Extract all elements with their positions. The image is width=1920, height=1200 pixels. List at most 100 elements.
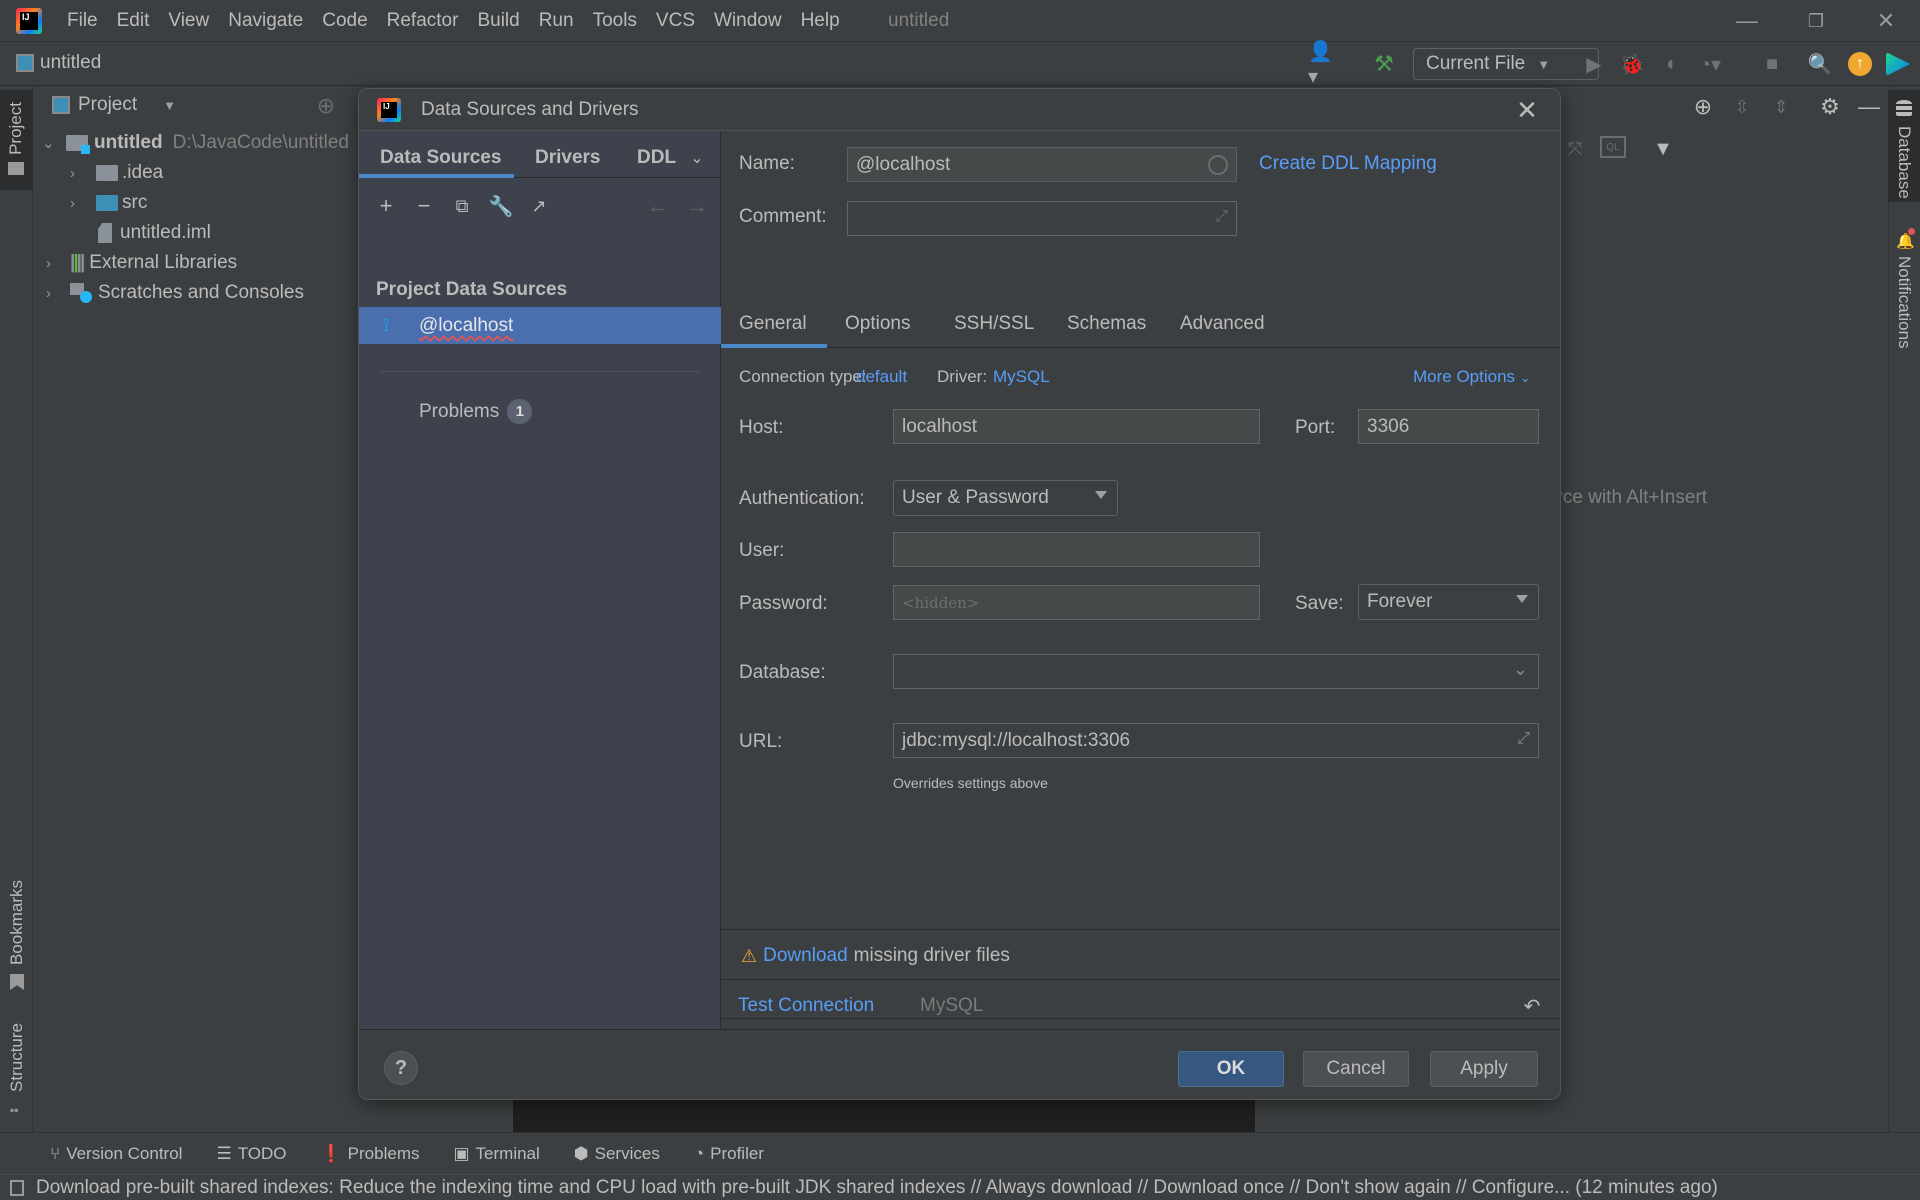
password-input[interactable]: <hidden> bbox=[893, 585, 1260, 620]
add-icon[interactable]: + bbox=[373, 193, 399, 219]
tab-ssh-ssl[interactable]: SSH/SSL bbox=[954, 313, 1034, 335]
run-icon[interactable]: ▶ bbox=[1580, 50, 1608, 78]
toggle-tool-windows-icon[interactable] bbox=[10, 1179, 24, 1196]
menu-window[interactable]: Window bbox=[714, 10, 782, 32]
ql-console-icon[interactable]: QL bbox=[1600, 136, 1626, 158]
menu-view[interactable]: View bbox=[168, 10, 209, 32]
menu-help[interactable]: Help bbox=[801, 10, 840, 32]
tool-tab-database[interactable]: Database bbox=[1888, 90, 1920, 202]
help-button[interactable]: ? bbox=[384, 1051, 418, 1085]
tool-tab-todo[interactable]: ☰ TODO bbox=[216, 1144, 286, 1164]
tool-tab-terminal[interactable]: ▣ Terminal bbox=[453, 1144, 539, 1164]
driver-link[interactable]: MySQL bbox=[993, 367, 1050, 387]
forward-arrow-icon[interactable]: → bbox=[684, 193, 710, 219]
stop-icon[interactable]: ■ bbox=[1758, 50, 1786, 78]
remove-icon[interactable]: − bbox=[411, 193, 437, 219]
ok-button[interactable]: OK bbox=[1178, 1051, 1284, 1087]
create-ddl-mapping-link[interactable]: Create DDL Mapping bbox=[1259, 153, 1437, 175]
tab-options[interactable]: Options bbox=[845, 313, 910, 335]
tree-item-src[interactable]: › src bbox=[70, 189, 147, 217]
tab-data-sources[interactable]: Data Sources bbox=[380, 147, 501, 169]
save-select[interactable]: Forever bbox=[1358, 584, 1539, 620]
tool-tab-version-control[interactable]: ⑂ Version Control bbox=[50, 1144, 182, 1164]
close-dialog-button[interactable]: ✕ bbox=[1512, 95, 1542, 125]
menu-navigate[interactable]: Navigate bbox=[228, 10, 303, 32]
tree-item-idea[interactable]: › .idea bbox=[70, 159, 163, 187]
tree-item-iml[interactable]: untitled.iml bbox=[98, 219, 211, 247]
tool-tab-profiler[interactable]: ◔ Profiler bbox=[694, 1144, 764, 1164]
menu-vcs[interactable]: VCS bbox=[656, 10, 695, 32]
cancel-button[interactable]: Cancel bbox=[1303, 1051, 1409, 1087]
connection-type-link[interactable]: default bbox=[856, 367, 907, 387]
apply-button[interactable]: Apply bbox=[1430, 1051, 1538, 1087]
account-icon[interactable]: 👤▾ bbox=[1308, 41, 1336, 88]
profile-icon[interactable]: ◔▾ bbox=[1696, 50, 1724, 78]
database-select[interactable]: ⌄ bbox=[893, 654, 1539, 689]
problems-item[interactable]: Problems 1 bbox=[419, 399, 533, 424]
debug-icon[interactable]: 🐞 bbox=[1618, 50, 1646, 78]
menu-refactor[interactable]: Refactor bbox=[387, 10, 459, 32]
tool-tab-project[interactable]: Project bbox=[0, 90, 33, 190]
divider bbox=[381, 371, 699, 372]
color-picker-icon[interactable] bbox=[1208, 155, 1228, 175]
locate-icon[interactable]: ⊕ bbox=[314, 93, 338, 118]
test-connection-link[interactable]: Test Connection bbox=[738, 995, 874, 1017]
tree-item-external-libraries[interactable]: › |||| External Libraries bbox=[46, 249, 237, 277]
download-driver-link[interactable]: Download bbox=[763, 945, 848, 967]
authentication-select[interactable]: User & Password bbox=[893, 480, 1118, 516]
more-options-link[interactable]: More Options ⌄ bbox=[1413, 367, 1531, 387]
breadcrumb[interactable]: untitled bbox=[16, 52, 101, 74]
tab-ddl[interactable]: DDL bbox=[637, 147, 676, 169]
close-window-button[interactable]: ✕ bbox=[1866, 6, 1906, 36]
gear-icon[interactable]: ⚙ bbox=[1817, 94, 1843, 120]
collapse-all-icon[interactable]: ⇕ bbox=[1768, 94, 1794, 120]
port-input[interactable]: 3306 bbox=[1358, 409, 1539, 444]
tree-item-untitled[interactable]: ⌄ untitled D:\JavaCode\untitled bbox=[42, 129, 349, 157]
minimize-button[interactable]: — bbox=[1727, 6, 1767, 36]
tab-drivers[interactable]: Drivers bbox=[535, 147, 601, 169]
active-tab-indicator bbox=[359, 174, 514, 178]
coverage-icon[interactable]: ◖ bbox=[1656, 50, 1684, 78]
tool-tab-services[interactable]: ⬢ Services bbox=[574, 1144, 660, 1164]
user-input[interactable] bbox=[893, 532, 1260, 567]
tool-tab-problems[interactable]: ❗ Problems bbox=[321, 1144, 420, 1164]
restore-button[interactable]: ❐ bbox=[1796, 6, 1836, 36]
filter-icon[interactable]: ▼ bbox=[1650, 136, 1676, 162]
host-input[interactable]: localhost bbox=[893, 409, 1260, 444]
locate-icon[interactable]: ⊕ bbox=[1690, 94, 1716, 120]
menu-code[interactable]: Code bbox=[322, 10, 367, 32]
run-config-select[interactable]: Current File ▼ bbox=[1413, 48, 1599, 80]
expand-icon[interactable]: ⤢ bbox=[1517, 730, 1530, 748]
status-message[interactable]: Download pre-built shared indexes: Reduc… bbox=[36, 1177, 1718, 1199]
tool-tab-structure[interactable]: Structure bbox=[0, 1015, 33, 1115]
menu-edit[interactable]: Edit bbox=[117, 10, 150, 32]
url-input[interactable]: jdbc:mysql://localhost:3306 ⤢ bbox=[893, 723, 1539, 758]
comment-input[interactable]: ⤢ bbox=[847, 201, 1237, 236]
expand-icon[interactable]: ⤢ bbox=[1215, 208, 1228, 226]
project-panel-header[interactable]: Project ▼ bbox=[52, 94, 176, 116]
menu-file[interactable]: File bbox=[67, 10, 98, 32]
menu-run[interactable]: Run bbox=[539, 10, 574, 32]
tabs-overflow-chevron-icon[interactable]: ⌄ bbox=[687, 147, 707, 169]
menu-tools[interactable]: Tools bbox=[593, 10, 637, 32]
data-source-item[interactable]: ⟟ @localhost bbox=[359, 307, 721, 344]
tab-schemas[interactable]: Schemas bbox=[1067, 313, 1146, 335]
revert-icon[interactable]: ↶ bbox=[1519, 993, 1545, 1019]
tab-general[interactable]: General bbox=[739, 313, 807, 335]
search-icon[interactable]: 🔍 bbox=[1806, 50, 1834, 78]
tab-advanced[interactable]: Advanced bbox=[1180, 313, 1265, 335]
expand-all-icon[interactable]: ⇳ bbox=[1729, 94, 1755, 120]
back-arrow-icon[interactable]: ← bbox=[645, 193, 671, 219]
update-icon[interactable]: ↑ bbox=[1848, 52, 1872, 76]
duplicate-icon[interactable]: ⧉ bbox=[449, 193, 475, 219]
jump-to-icon[interactable]: ⤧ bbox=[1562, 136, 1588, 162]
tool-tab-notifications[interactable]: 🔔 Notifications bbox=[1888, 226, 1920, 356]
open-external-icon[interactable]: ↗ bbox=[526, 193, 552, 219]
name-input[interactable]: @localhost bbox=[847, 147, 1237, 182]
tree-item-label: External Libraries bbox=[89, 252, 238, 273]
tree-item-scratches[interactable]: › Scratches and Consoles bbox=[46, 279, 304, 307]
wrench-icon[interactable]: 🔧 bbox=[488, 193, 514, 219]
hide-panel-icon[interactable]: — bbox=[1856, 94, 1882, 120]
menu-build[interactable]: Build bbox=[477, 10, 519, 32]
build-hammer-icon[interactable]: ⚒ bbox=[1370, 50, 1398, 78]
